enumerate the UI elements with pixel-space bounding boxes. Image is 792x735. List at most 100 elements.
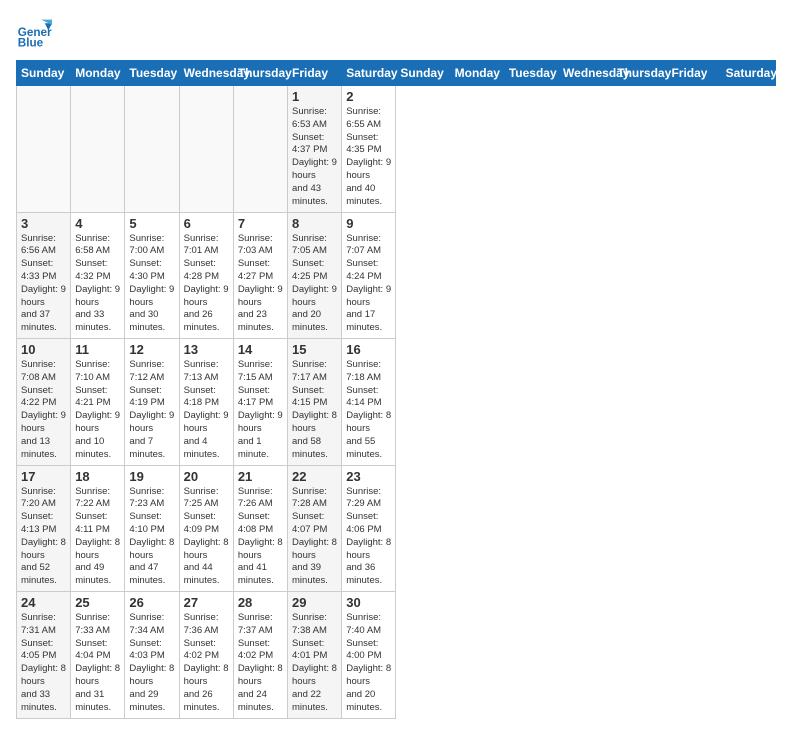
day-number: 15 [292, 342, 337, 357]
calendar-cell: 25 Sunrise: 7:33 AM Sunset: 4:04 PM Dayli… [71, 592, 125, 719]
calendar-cell: 4 Sunrise: 6:58 AM Sunset: 4:32 PM Daylig… [71, 212, 125, 339]
calendar-cell: 3 Sunrise: 6:56 AM Sunset: 4:33 PM Daylig… [17, 212, 71, 339]
calendar-cell: 14 Sunrise: 7:15 AM Sunset: 4:17 PM Dayli… [233, 339, 287, 466]
calendar-cell: 29 Sunrise: 7:38 AM Sunset: 4:01 PM Dayli… [288, 592, 342, 719]
calendar-cell: 26 Sunrise: 7:34 AM Sunset: 4:03 PM Dayli… [125, 592, 179, 719]
day-info: Sunrise: 7:22 AM Sunset: 4:11 PM Dayligh… [75, 486, 120, 589]
day-number: 23 [346, 469, 391, 484]
weekday-header-wednesday: Wednesday [179, 61, 233, 86]
day-number: 17 [21, 469, 66, 484]
calendar-cell: 12 Sunrise: 7:12 AM Sunset: 4:19 PM Dayli… [125, 339, 179, 466]
calendar-cell: 13 Sunrise: 7:13 AM Sunset: 4:18 PM Dayli… [179, 339, 233, 466]
day-number: 13 [184, 342, 229, 357]
day-info: Sunrise: 7:33 AM Sunset: 4:04 PM Dayligh… [75, 612, 120, 715]
page-header: General Blue [16, 16, 776, 52]
calendar-header-row: SundayMondayTuesdayWednesdayThursdayFrid… [17, 61, 776, 86]
day-info: Sunrise: 7:38 AM Sunset: 4:01 PM Dayligh… [292, 612, 337, 715]
day-number: 7 [238, 216, 283, 231]
day-info: Sunrise: 7:28 AM Sunset: 4:07 PM Dayligh… [292, 486, 337, 589]
day-info: Sunrise: 7:26 AM Sunset: 4:08 PM Dayligh… [238, 486, 283, 589]
weekday-header-friday: Friday [288, 61, 342, 86]
day-info: Sunrise: 7:17 AM Sunset: 4:15 PM Dayligh… [292, 359, 337, 462]
day-number: 21 [238, 469, 283, 484]
day-info: Sunrise: 7:34 AM Sunset: 4:03 PM Dayligh… [129, 612, 174, 715]
calendar-week-5: 24Sunrise: 7:31 AM Sunset: 4:05 PM Dayli… [17, 592, 776, 719]
day-info: Sunrise: 7:03 AM Sunset: 4:27 PM Dayligh… [238, 233, 283, 336]
day-number: 10 [21, 342, 66, 357]
day-info: Sunrise: 7:05 AM Sunset: 4:25 PM Dayligh… [292, 233, 337, 336]
calendar-cell: 24Sunrise: 7:31 AM Sunset: 4:05 PM Dayli… [17, 592, 71, 719]
day-number: 8 [292, 216, 337, 231]
calendar-cell: 21 Sunrise: 7:26 AM Sunset: 4:08 PM Dayli… [233, 465, 287, 592]
day-number: 1 [292, 89, 337, 104]
calendar-cell: 11Sunrise: 7:10 AM Sunset: 4:21 PM Dayli… [71, 339, 125, 466]
calendar-table: SundayMondayTuesdayWednesdayThursdayFrid… [16, 60, 776, 719]
day-number: 14 [238, 342, 283, 357]
calendar-cell: 22 Sunrise: 7:28 AM Sunset: 4:07 PM Dayli… [288, 465, 342, 592]
day-info: Sunrise: 7:01 AM Sunset: 4:28 PM Dayligh… [184, 233, 229, 336]
day-number: 18 [75, 469, 120, 484]
weekday-header-tuesday: Tuesday [504, 61, 558, 86]
calendar-week-1: 1 Sunrise: 6:53 AM Sunset: 4:37 PM Daylig… [17, 86, 776, 213]
day-info: Sunrise: 7:07 AM Sunset: 4:24 PM Dayligh… [346, 233, 391, 336]
day-info: Sunrise: 6:53 AM Sunset: 4:37 PM Dayligh… [292, 106, 337, 209]
day-info: Sunrise: 7:13 AM Sunset: 4:18 PM Dayligh… [184, 359, 229, 462]
calendar-cell: 17 Sunrise: 7:20 AM Sunset: 4:13 PM Dayli… [17, 465, 71, 592]
day-info: Sunrise: 7:29 AM Sunset: 4:06 PM Dayligh… [346, 486, 391, 589]
day-info: Sunrise: 7:31 AM Sunset: 4:05 PM Dayligh… [21, 612, 66, 715]
day-info: Sunrise: 6:55 AM Sunset: 4:35 PM Dayligh… [346, 106, 391, 209]
day-info: Sunrise: 7:12 AM Sunset: 4:19 PM Dayligh… [129, 359, 174, 462]
day-number: 29 [292, 595, 337, 610]
weekday-header-tuesday: Tuesday [125, 61, 179, 86]
weekday-header-friday: Friday [667, 61, 721, 86]
day-number: 2 [346, 89, 391, 104]
day-number: 3 [21, 216, 66, 231]
day-info: Sunrise: 6:56 AM Sunset: 4:33 PM Dayligh… [21, 233, 66, 336]
calendar-cell: 2 Sunrise: 6:55 AM Sunset: 4:35 PM Daylig… [342, 86, 396, 213]
day-info: Sunrise: 7:20 AM Sunset: 4:13 PM Dayligh… [21, 486, 66, 589]
day-info: Sunrise: 7:25 AM Sunset: 4:09 PM Dayligh… [184, 486, 229, 589]
weekday-header-thursday: Thursday [233, 61, 287, 86]
calendar-cell: 28Sunrise: 7:37 AM Sunset: 4:02 PM Dayli… [233, 592, 287, 719]
calendar-cell: 7 Sunrise: 7:03 AM Sunset: 4:27 PM Daylig… [233, 212, 287, 339]
day-number: 25 [75, 595, 120, 610]
calendar-cell: 15 Sunrise: 7:17 AM Sunset: 4:15 PM Dayli… [288, 339, 342, 466]
weekday-header-saturday: Saturday [721, 61, 775, 86]
calendar-cell [233, 86, 287, 213]
day-number: 9 [346, 216, 391, 231]
day-number: 27 [184, 595, 229, 610]
calendar-week-4: 17 Sunrise: 7:20 AM Sunset: 4:13 PM Dayli… [17, 465, 776, 592]
day-number: 28 [238, 595, 283, 610]
calendar-cell: 1 Sunrise: 6:53 AM Sunset: 4:37 PM Daylig… [288, 86, 342, 213]
day-number: 16 [346, 342, 391, 357]
day-info: Sunrise: 7:15 AM Sunset: 4:17 PM Dayligh… [238, 359, 283, 462]
day-info: Sunrise: 7:18 AM Sunset: 4:14 PM Dayligh… [346, 359, 391, 462]
day-info: Sunrise: 7:40 AM Sunset: 4:00 PM Dayligh… [346, 612, 391, 715]
day-number: 5 [129, 216, 174, 231]
day-number: 22 [292, 469, 337, 484]
weekday-header-saturday: Saturday [342, 61, 396, 86]
weekday-header-thursday: Thursday [613, 61, 667, 86]
day-info: Sunrise: 7:23 AM Sunset: 4:10 PM Dayligh… [129, 486, 174, 589]
weekday-header-wednesday: Wednesday [559, 61, 613, 86]
calendar-cell: 20 Sunrise: 7:25 AM Sunset: 4:09 PM Dayli… [179, 465, 233, 592]
calendar-cell [179, 86, 233, 213]
calendar-cell: 9 Sunrise: 7:07 AM Sunset: 4:24 PM Daylig… [342, 212, 396, 339]
weekday-header-sunday: Sunday [396, 61, 450, 86]
calendar-cell: 8 Sunrise: 7:05 AM Sunset: 4:25 PM Daylig… [288, 212, 342, 339]
day-number: 19 [129, 469, 174, 484]
calendar-week-2: 3 Sunrise: 6:56 AM Sunset: 4:33 PM Daylig… [17, 212, 776, 339]
day-number: 26 [129, 595, 174, 610]
calendar-cell [17, 86, 71, 213]
calendar-cell [125, 86, 179, 213]
day-number: 6 [184, 216, 229, 231]
day-info: Sunrise: 6:58 AM Sunset: 4:32 PM Dayligh… [75, 233, 120, 336]
day-info: Sunrise: 7:10 AM Sunset: 4:21 PM Dayligh… [75, 359, 120, 462]
logo-icon: General Blue [16, 16, 52, 52]
calendar-cell: 5 Sunrise: 7:00 AM Sunset: 4:30 PM Daylig… [125, 212, 179, 339]
day-number: 12 [129, 342, 174, 357]
day-info: Sunrise: 7:00 AM Sunset: 4:30 PM Dayligh… [129, 233, 174, 336]
day-number: 4 [75, 216, 120, 231]
day-info: Sunrise: 7:08 AM Sunset: 4:22 PM Dayligh… [21, 359, 66, 462]
day-number: 20 [184, 469, 229, 484]
